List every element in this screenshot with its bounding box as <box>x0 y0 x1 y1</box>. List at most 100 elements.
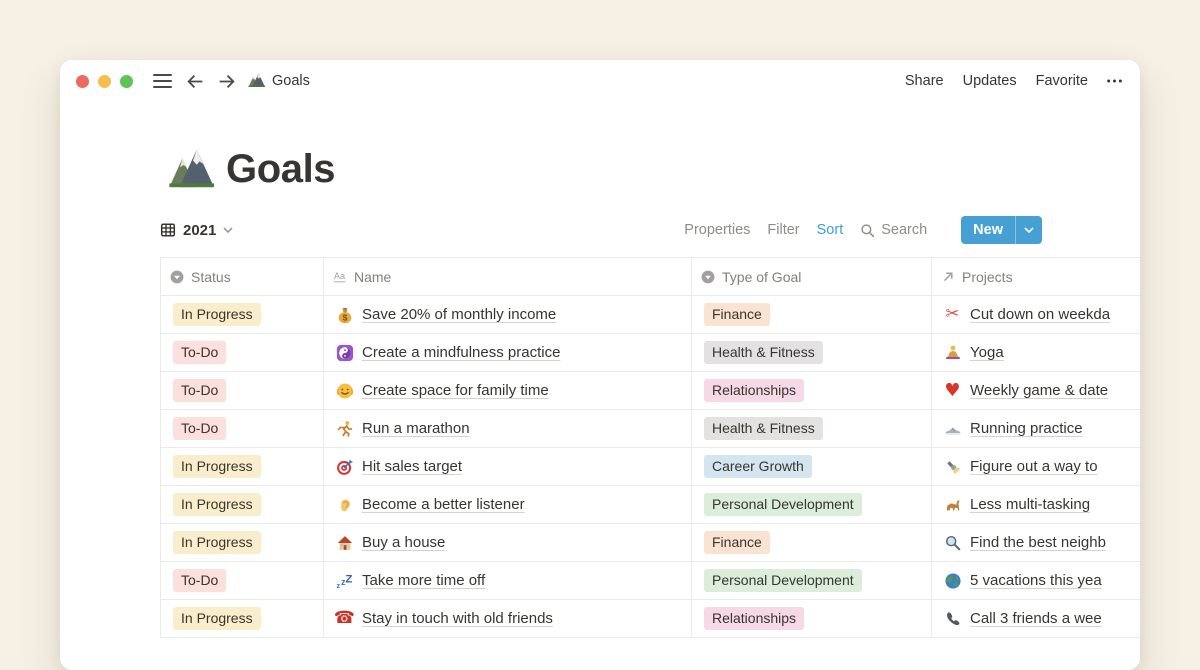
goal-page-link[interactable]: Create space for family time <box>362 382 549 399</box>
status-badge[interactable]: To-Do <box>173 569 226 592</box>
relation-icon <box>941 270 955 284</box>
table-row[interactable]: To-Do Create a mindfulness practice Heal… <box>161 334 1140 372</box>
sidebar-toggle-icon[interactable] <box>153 74 172 88</box>
svg-text:z: z <box>336 580 340 589</box>
type-of-goal-badge[interactable]: Relationships <box>704 607 804 630</box>
properties-button[interactable]: Properties <box>684 222 750 238</box>
more-options-icon[interactable] <box>1107 79 1122 83</box>
type-of-goal-badge[interactable]: Finance <box>704 531 770 554</box>
goal-page-link[interactable]: Run a marathon <box>362 420 470 437</box>
type-of-goal-badge[interactable]: Career Growth <box>704 455 812 478</box>
column-header-projects[interactable]: Projects <box>932 258 1140 295</box>
status-badge[interactable]: In Progress <box>173 455 261 478</box>
type-of-goal-badge[interactable]: Finance <box>704 303 770 326</box>
breadcrumb[interactable]: Goals <box>248 72 310 91</box>
view-toolbar: 2021 Properties Filter Sort Search New <box>160 215 1042 245</box>
updates-button[interactable]: Updates <box>963 73 1017 89</box>
text-icon: Aa <box>333 270 347 284</box>
goal-page-link[interactable]: Stay in touch with old friends <box>362 610 553 627</box>
project-page-link[interactable]: Figure out a way to <box>970 458 1098 475</box>
goal-page-link[interactable]: Create a mindfulness practice <box>362 344 560 361</box>
project-page-link[interactable]: Cut down on weekda <box>970 306 1110 323</box>
type-of-goal-badge[interactable]: Health & Fitness <box>704 417 823 440</box>
new-button-dropdown[interactable] <box>1015 216 1042 244</box>
type-of-goal-badge[interactable]: Personal Development <box>704 569 862 592</box>
type-of-goal-badge[interactable]: Health & Fitness <box>704 341 823 364</box>
status-badge[interactable]: In Progress <box>173 303 261 326</box>
table-row[interactable]: In Progress Buy a house Finance Find the… <box>161 524 1140 562</box>
chevron-down-icon <box>223 227 233 234</box>
status-badge[interactable]: To-Do <box>173 379 226 402</box>
minimize-window-button[interactable] <box>98 75 111 88</box>
window-controls <box>76 75 133 88</box>
page-emoji-mountain-icon[interactable] <box>168 146 214 193</box>
back-arrow-icon[interactable] <box>186 74 205 89</box>
magnifier-icon <box>943 534 962 552</box>
type-of-goal-badge[interactable]: Personal Development <box>704 493 862 516</box>
zzz-icon: zzZ <box>335 572 354 590</box>
table-row[interactable]: In Progress Become a better listener Per… <box>161 486 1140 524</box>
table-row[interactable]: To-Do zzZ Take more time off Personal De… <box>161 562 1140 600</box>
svg-text:$: $ <box>342 312 347 322</box>
project-page-link[interactable]: 5 vacations this yea <box>970 572 1102 589</box>
table-grid-icon <box>160 222 176 238</box>
forward-arrow-icon[interactable] <box>217 74 236 89</box>
column-header-status[interactable]: Status <box>161 258 324 295</box>
scissors-icon: ✂ <box>943 306 962 323</box>
search-button[interactable]: Search <box>860 222 927 238</box>
project-page-link[interactable]: Yoga <box>970 344 1004 361</box>
status-badge[interactable]: In Progress <box>173 607 261 630</box>
select-icon <box>701 270 715 284</box>
goal-page-link[interactable]: Buy a house <box>362 534 445 551</box>
page-title-block: Goals <box>168 146 1140 193</box>
close-window-button[interactable] <box>76 75 89 88</box>
search-icon <box>860 223 875 238</box>
type-of-goal-badge[interactable]: Relationships <box>704 379 804 402</box>
project-page-link[interactable]: Less multi-tasking <box>970 496 1090 513</box>
table-row[interactable]: In Progress Hit sales target Career Grow… <box>161 448 1140 486</box>
svg-text:Aa: Aa <box>334 271 346 281</box>
table-row[interactable]: In Progress $ Save 20% of monthly income… <box>161 296 1140 334</box>
zoom-window-button[interactable] <box>120 75 133 88</box>
status-badge[interactable]: To-Do <box>173 417 226 440</box>
globe-icon <box>943 572 962 590</box>
column-header-name[interactable]: Aa Name <box>324 258 692 295</box>
status-badge[interactable]: To-Do <box>173 341 226 364</box>
status-badge[interactable]: In Progress <box>173 531 261 554</box>
project-page-link[interactable]: Find the best neighb <box>970 534 1106 551</box>
new-button[interactable]: New <box>961 216 1042 244</box>
goal-page-link[interactable]: Save 20% of monthly income <box>362 306 556 323</box>
view-switcher[interactable]: 2021 <box>160 222 233 239</box>
receiver-icon <box>943 610 962 628</box>
favorite-button[interactable]: Favorite <box>1036 73 1088 89</box>
project-page-link[interactable]: Weekly game & date <box>970 382 1108 399</box>
table-header-row: Status Aa Name Type of Goal Projects <box>161 258 1140 296</box>
project-page-link[interactable]: Running practice <box>970 420 1083 437</box>
project-page-link[interactable]: Call 3 friends a wee <box>970 610 1102 627</box>
hugging-face-icon <box>335 382 354 400</box>
money-bag-icon: $ <box>335 306 354 324</box>
window-titlebar: Goals Share Updates Favorite <box>60 60 1140 102</box>
table-row[interactable]: To-Do Create space for family time Relat… <box>161 372 1140 410</box>
page-content: Goals 2021 Properties Filter Sort Search… <box>60 146 1140 638</box>
sort-button[interactable]: Sort <box>817 222 844 238</box>
goal-page-link[interactable]: Become a better listener <box>362 496 525 513</box>
view-name: 2021 <box>183 222 216 239</box>
house-icon <box>335 534 354 552</box>
table-row[interactable]: To-Do Run a marathon Health & Fitness Ru… <box>161 410 1140 448</box>
goal-page-link[interactable]: Hit sales target <box>362 458 462 475</box>
goal-page-link[interactable]: Take more time off <box>362 572 485 589</box>
filter-button[interactable]: Filter <box>767 222 799 238</box>
table-row[interactable]: In Progress ☎ Stay in touch with old fri… <box>161 600 1140 638</box>
table-body: In Progress $ Save 20% of monthly income… <box>161 296 1140 638</box>
new-button-label: New <box>961 216 1015 244</box>
app-window: Goals Share Updates Favorite Goals 2021 … <box>60 60 1140 670</box>
page-title: Goals <box>226 147 335 192</box>
yin-yang-icon <box>335 344 354 362</box>
camel-icon <box>943 496 962 514</box>
share-button[interactable]: Share <box>905 73 944 89</box>
status-badge[interactable]: In Progress <box>173 493 261 516</box>
mountain-icon <box>248 72 265 91</box>
search-label: Search <box>881 222 927 238</box>
column-header-type-of-goal[interactable]: Type of Goal <box>692 258 932 295</box>
